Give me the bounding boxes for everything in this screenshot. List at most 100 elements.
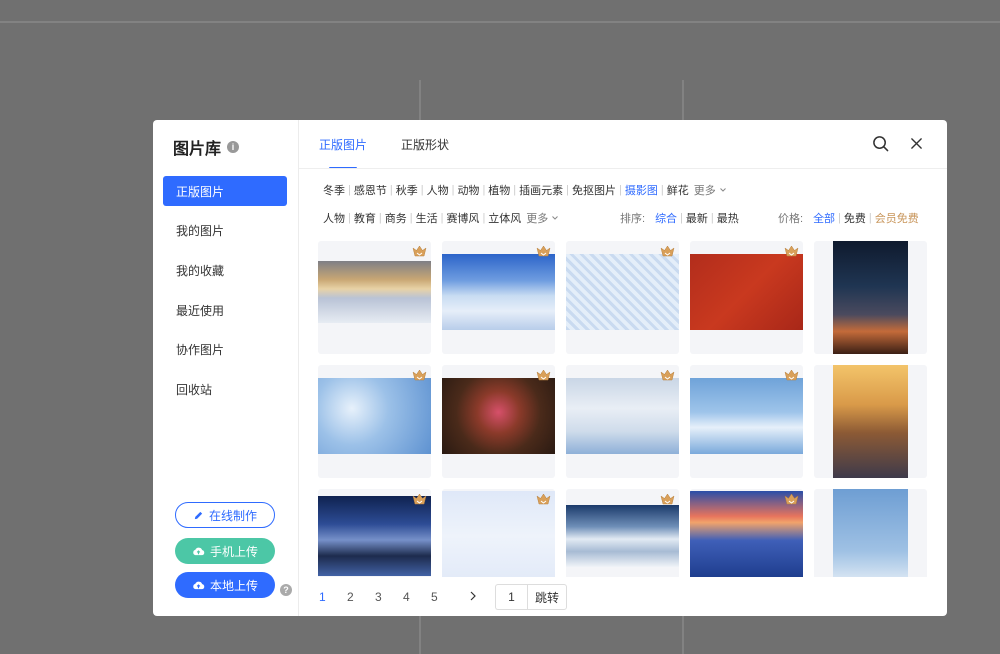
vip-crown-icon (660, 369, 675, 381)
image-thumbnail (833, 241, 908, 354)
vip-crown-icon (784, 245, 799, 257)
style-tag[interactable]: 立体风 (488, 210, 521, 226)
vip-crown-icon (660, 493, 675, 505)
tag-separator: | (619, 184, 622, 196)
image-card[interactable] (442, 489, 555, 577)
category-tag[interactable]: 感恩节 (354, 182, 387, 198)
image-card[interactable] (318, 489, 431, 577)
category-tag[interactable]: 插画元素 (519, 182, 563, 198)
image-card[interactable] (566, 365, 679, 478)
tag-separator: | (378, 212, 382, 224)
sidebar-item[interactable]: 回收站 (163, 374, 287, 404)
category-tag[interactable]: 冬季 (323, 182, 345, 198)
online-create-button[interactable]: 在线制作 (175, 502, 275, 528)
price-option[interactable]: 免费 (844, 210, 866, 226)
image-card[interactable] (814, 241, 927, 354)
sort-options: 排序: 综合 | 最新 | 最热 (620, 210, 739, 226)
sidebar-item[interactable]: 最近使用 (163, 295, 287, 325)
next-page-button[interactable] (469, 590, 491, 604)
image-card[interactable] (690, 365, 803, 478)
category-tag[interactable]: 动物 (457, 182, 479, 198)
image-card[interactable] (690, 241, 803, 354)
image-thumbnail (442, 254, 555, 330)
tab-item[interactable]: 正版形状 (401, 136, 449, 169)
category-tag[interactable]: 摄影图 (625, 182, 658, 198)
chevron-down-icon (552, 216, 559, 220)
sort-option[interactable]: 综合 (655, 210, 677, 226)
page-number[interactable]: 5 (431, 590, 459, 604)
close-icon[interactable] (907, 134, 925, 152)
page-number[interactable]: 3 (375, 590, 403, 604)
sidebar-item[interactable]: 我的收藏 (163, 255, 287, 285)
sidebar-item[interactable]: 我的图片 (163, 216, 287, 246)
sidebar-item[interactable]: 正版图片 (163, 176, 287, 206)
page-input[interactable]: 1 (495, 584, 527, 610)
image-thumbnail (833, 365, 908, 478)
sort-option[interactable]: 最热 (717, 210, 739, 226)
price-option[interactable]: 全部 (813, 210, 835, 226)
image-card[interactable] (566, 241, 679, 354)
tag-separator: | (420, 184, 424, 196)
image-card[interactable] (318, 365, 431, 478)
tag-separator: | (566, 184, 570, 196)
tag-separator: | (451, 184, 455, 196)
sort-option[interactable]: 最新 (686, 210, 708, 226)
jump-button[interactable]: 跳转 (527, 584, 567, 610)
price-options: 价格: 全部 | 免费 | 会员免费 (778, 210, 919, 226)
more-categories-button[interactable]: 更多 (694, 182, 727, 198)
local-upload-button[interactable]: 本地上传 (175, 572, 275, 598)
tag-separator: | (348, 212, 351, 224)
page-number[interactable]: 4 (403, 590, 431, 604)
sort-label: 排序: (620, 213, 646, 225)
mobile-upload-button[interactable]: 手机上传 (175, 538, 275, 564)
page-number[interactable]: 2 (347, 590, 375, 604)
tag-separator: | (710, 212, 714, 224)
category-tag[interactable]: 秋季 (396, 182, 418, 198)
category-tag[interactable]: 免抠图片 (572, 182, 616, 198)
dialog-title-text: 图片库 (173, 141, 222, 158)
top-actions (871, 134, 925, 152)
category-tag[interactable]: 鲜花 (667, 182, 689, 198)
sidebar-item[interactable]: 协作图片 (163, 335, 287, 365)
main-panel: 正版图片 正版形状 冬季 | 感恩节 | 秋季 | 人物 | 动物 | 植物 | 插画元素 | 免抠图片 | 摄影… (299, 120, 947, 616)
image-card[interactable] (318, 241, 431, 354)
vip-crown-icon (536, 369, 551, 381)
tab-item[interactable]: 正版图片 (319, 136, 367, 169)
category-tag[interactable]: 植物 (488, 182, 510, 198)
price-option[interactable]: 会员免费 (875, 210, 919, 226)
vip-crown-icon (536, 245, 551, 257)
style-tag[interactable]: 教育 (354, 210, 376, 226)
help-icon[interactable]: ? (280, 584, 292, 596)
tag-separator: | (482, 212, 486, 224)
info-icon[interactable]: i (227, 141, 240, 153)
image-thumbnail (318, 261, 431, 323)
vip-crown-icon (412, 245, 427, 257)
image-grid (318, 241, 928, 577)
style-tag[interactable]: 商务 (385, 210, 407, 226)
image-card[interactable] (814, 489, 927, 577)
style-tag[interactable]: 赛博风 (446, 210, 479, 226)
image-thumbnail (690, 254, 803, 330)
tag-separator: | (409, 212, 413, 224)
tab-bar: 正版图片 正版形状 (319, 136, 449, 169)
search-icon[interactable] (871, 134, 889, 152)
price-label: 价格: (778, 213, 804, 225)
image-thumbnail (442, 378, 555, 454)
tag-separator: | (660, 184, 664, 196)
tag-separator: | (348, 184, 351, 196)
tag-separator: | (440, 212, 444, 224)
cloud-upload-icon (193, 547, 205, 555)
page-number[interactable]: 1 (319, 590, 347, 604)
category-tag[interactable]: 人物 (427, 182, 449, 198)
more-styles-button[interactable]: 更多 (526, 210, 559, 226)
image-card[interactable] (442, 241, 555, 354)
style-tag[interactable]: 生活 (416, 210, 438, 226)
image-card[interactable] (442, 365, 555, 478)
pagination: 1 2 3 4 5 1 跳转 (319, 584, 567, 610)
image-library-dialog: 图片库 i 正版图片 我的图片 我的收藏 最近使用 协作图片 回收站 在线制作 手机上传 … (153, 120, 947, 616)
style-tag[interactable]: 人物 (323, 210, 345, 226)
image-card[interactable] (566, 489, 679, 577)
image-card[interactable] (690, 489, 803, 577)
image-card[interactable] (814, 365, 927, 478)
pencil-icon (194, 511, 203, 519)
